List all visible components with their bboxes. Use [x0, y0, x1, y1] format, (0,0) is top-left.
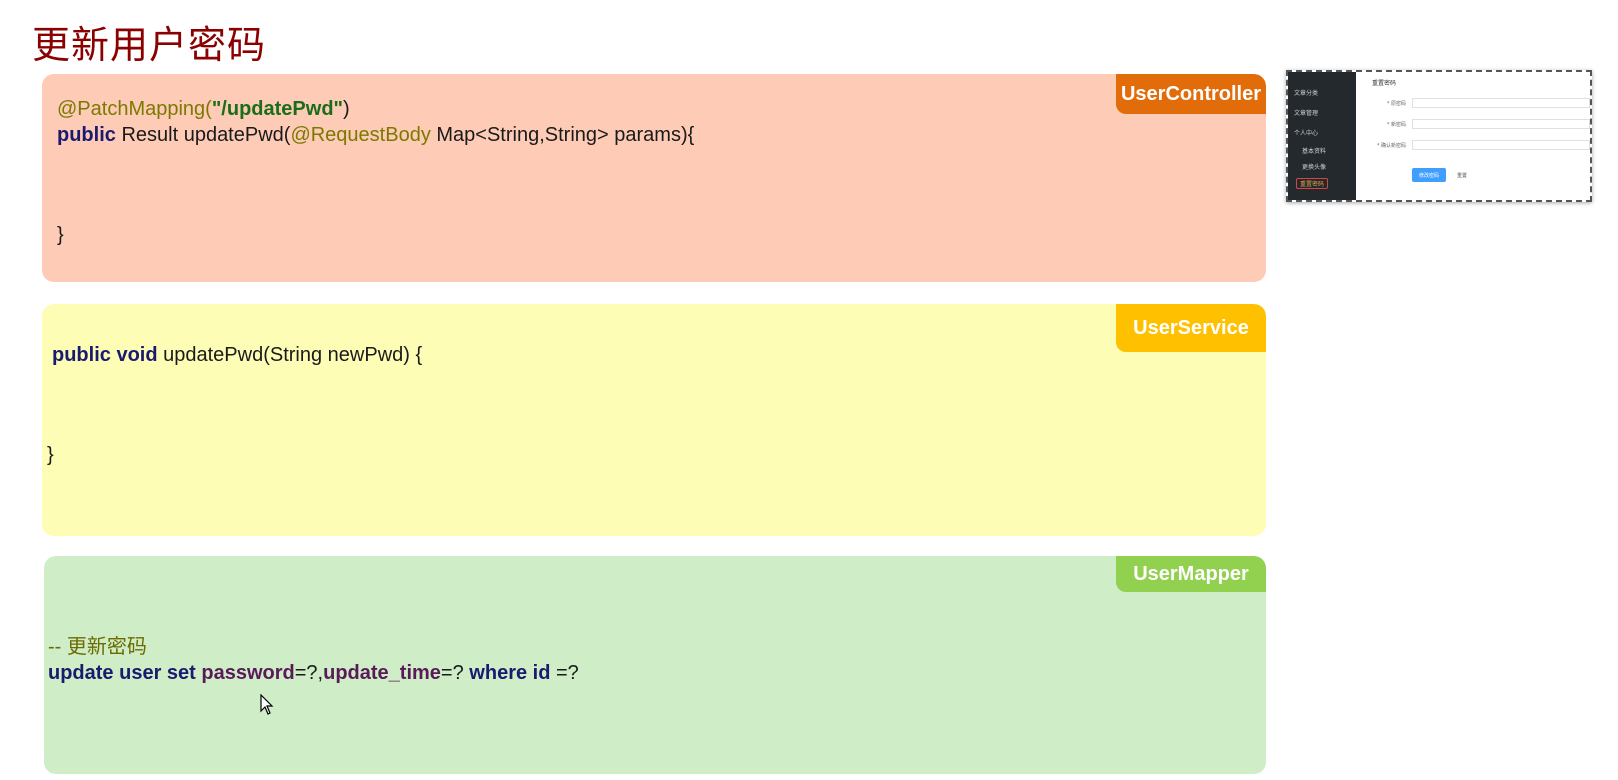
- thumb-page-title: 重置密码: [1372, 80, 1397, 87]
- thumb-sidebar-item: 更换头像: [1302, 164, 1327, 171]
- page-title: 更新用户密码: [32, 25, 267, 67]
- service-close-brace: }: [47, 444, 54, 466]
- signature-part-b: Map<String,String> params){: [430, 124, 695, 146]
- service-panel: UserService public void updatePwd(String…: [42, 304, 1266, 536]
- sql-comment: -- 更新密码: [48, 636, 147, 658]
- reset-password-thumbnail: 文章分类 文章管理 个人中心 基本资料 更换头像 重置密码 重置密码 * 原密码…: [1286, 70, 1592, 202]
- thumb-input: [1412, 119, 1590, 129]
- mouse-cursor-icon: [260, 694, 274, 715]
- sql-mid: =?,: [294, 662, 324, 684]
- thumb-sidebar-item: 文章管理: [1294, 110, 1319, 117]
- patch-mapping-path: "/updatePwd": [211, 98, 344, 120]
- thumb-reset-button: 重置: [1456, 172, 1467, 179]
- sql-update-keyword: update user set: [48, 662, 196, 684]
- mapper-panel: UserMapper -- 更新密码 update user set passw…: [44, 556, 1266, 774]
- signature-part-a: Result updatePwd(: [115, 124, 291, 146]
- service-tag: UserService: [1116, 304, 1266, 352]
- thumb-submit-button: 修改密码: [1412, 168, 1446, 182]
- thumb-label: * 原密码: [1386, 101, 1406, 107]
- thumb-input: [1412, 140, 1590, 150]
- controller-tag: UserController: [1116, 74, 1266, 114]
- close-paren: ): [343, 98, 350, 120]
- sql-statement: update user set password=?,update_time=?…: [48, 660, 579, 686]
- mapper-tag: UserMapper: [1116, 556, 1266, 592]
- controller-close-brace: }: [57, 224, 64, 246]
- sql-where-pre: =?: [440, 662, 464, 684]
- thumb-input: [1412, 98, 1590, 108]
- request-body-annotation: @RequestBody: [290, 124, 431, 146]
- sql-end: =?: [550, 662, 579, 684]
- thumb-sidebar-item: 个人中心: [1294, 130, 1319, 137]
- patch-mapping-annotation: @PatchMapping(: [57, 98, 212, 120]
- service-signature: updatePwd(String newPwd) {: [157, 344, 423, 366]
- thumb-sidebar-item: 基本资料: [1302, 148, 1327, 155]
- thumb-sidebar-item: 文章分类: [1294, 90, 1319, 97]
- update-time-column: update_time: [323, 662, 441, 684]
- thumb-label: * 确认新密码: [1376, 143, 1406, 149]
- thumb-sidebar-item-active: 重置密码: [1296, 178, 1329, 189]
- sql-where-keyword: where id: [469, 662, 551, 684]
- password-column: password: [201, 662, 295, 684]
- public-void-keyword: public void: [52, 344, 158, 366]
- thumbnail-main: 重置密码 * 原密码 * 新密码 * 确认新密码 修改密码 重置: [1362, 72, 1590, 200]
- controller-code-line-2: public Result updatePwd(@RequestBody Map…: [57, 122, 694, 148]
- thumb-label: * 新密码: [1386, 122, 1406, 128]
- thumbnail-sidebar: 文章分类 文章管理 个人中心 基本资料 更换头像 重置密码: [1288, 72, 1356, 200]
- public-keyword: public: [57, 124, 116, 146]
- controller-panel: UserController @PatchMapping("/updatePwd…: [42, 74, 1266, 282]
- controller-code-line-1: @PatchMapping("/updatePwd"): [57, 96, 350, 122]
- service-code-line-1: public void updatePwd(String newPwd) {: [52, 342, 422, 368]
